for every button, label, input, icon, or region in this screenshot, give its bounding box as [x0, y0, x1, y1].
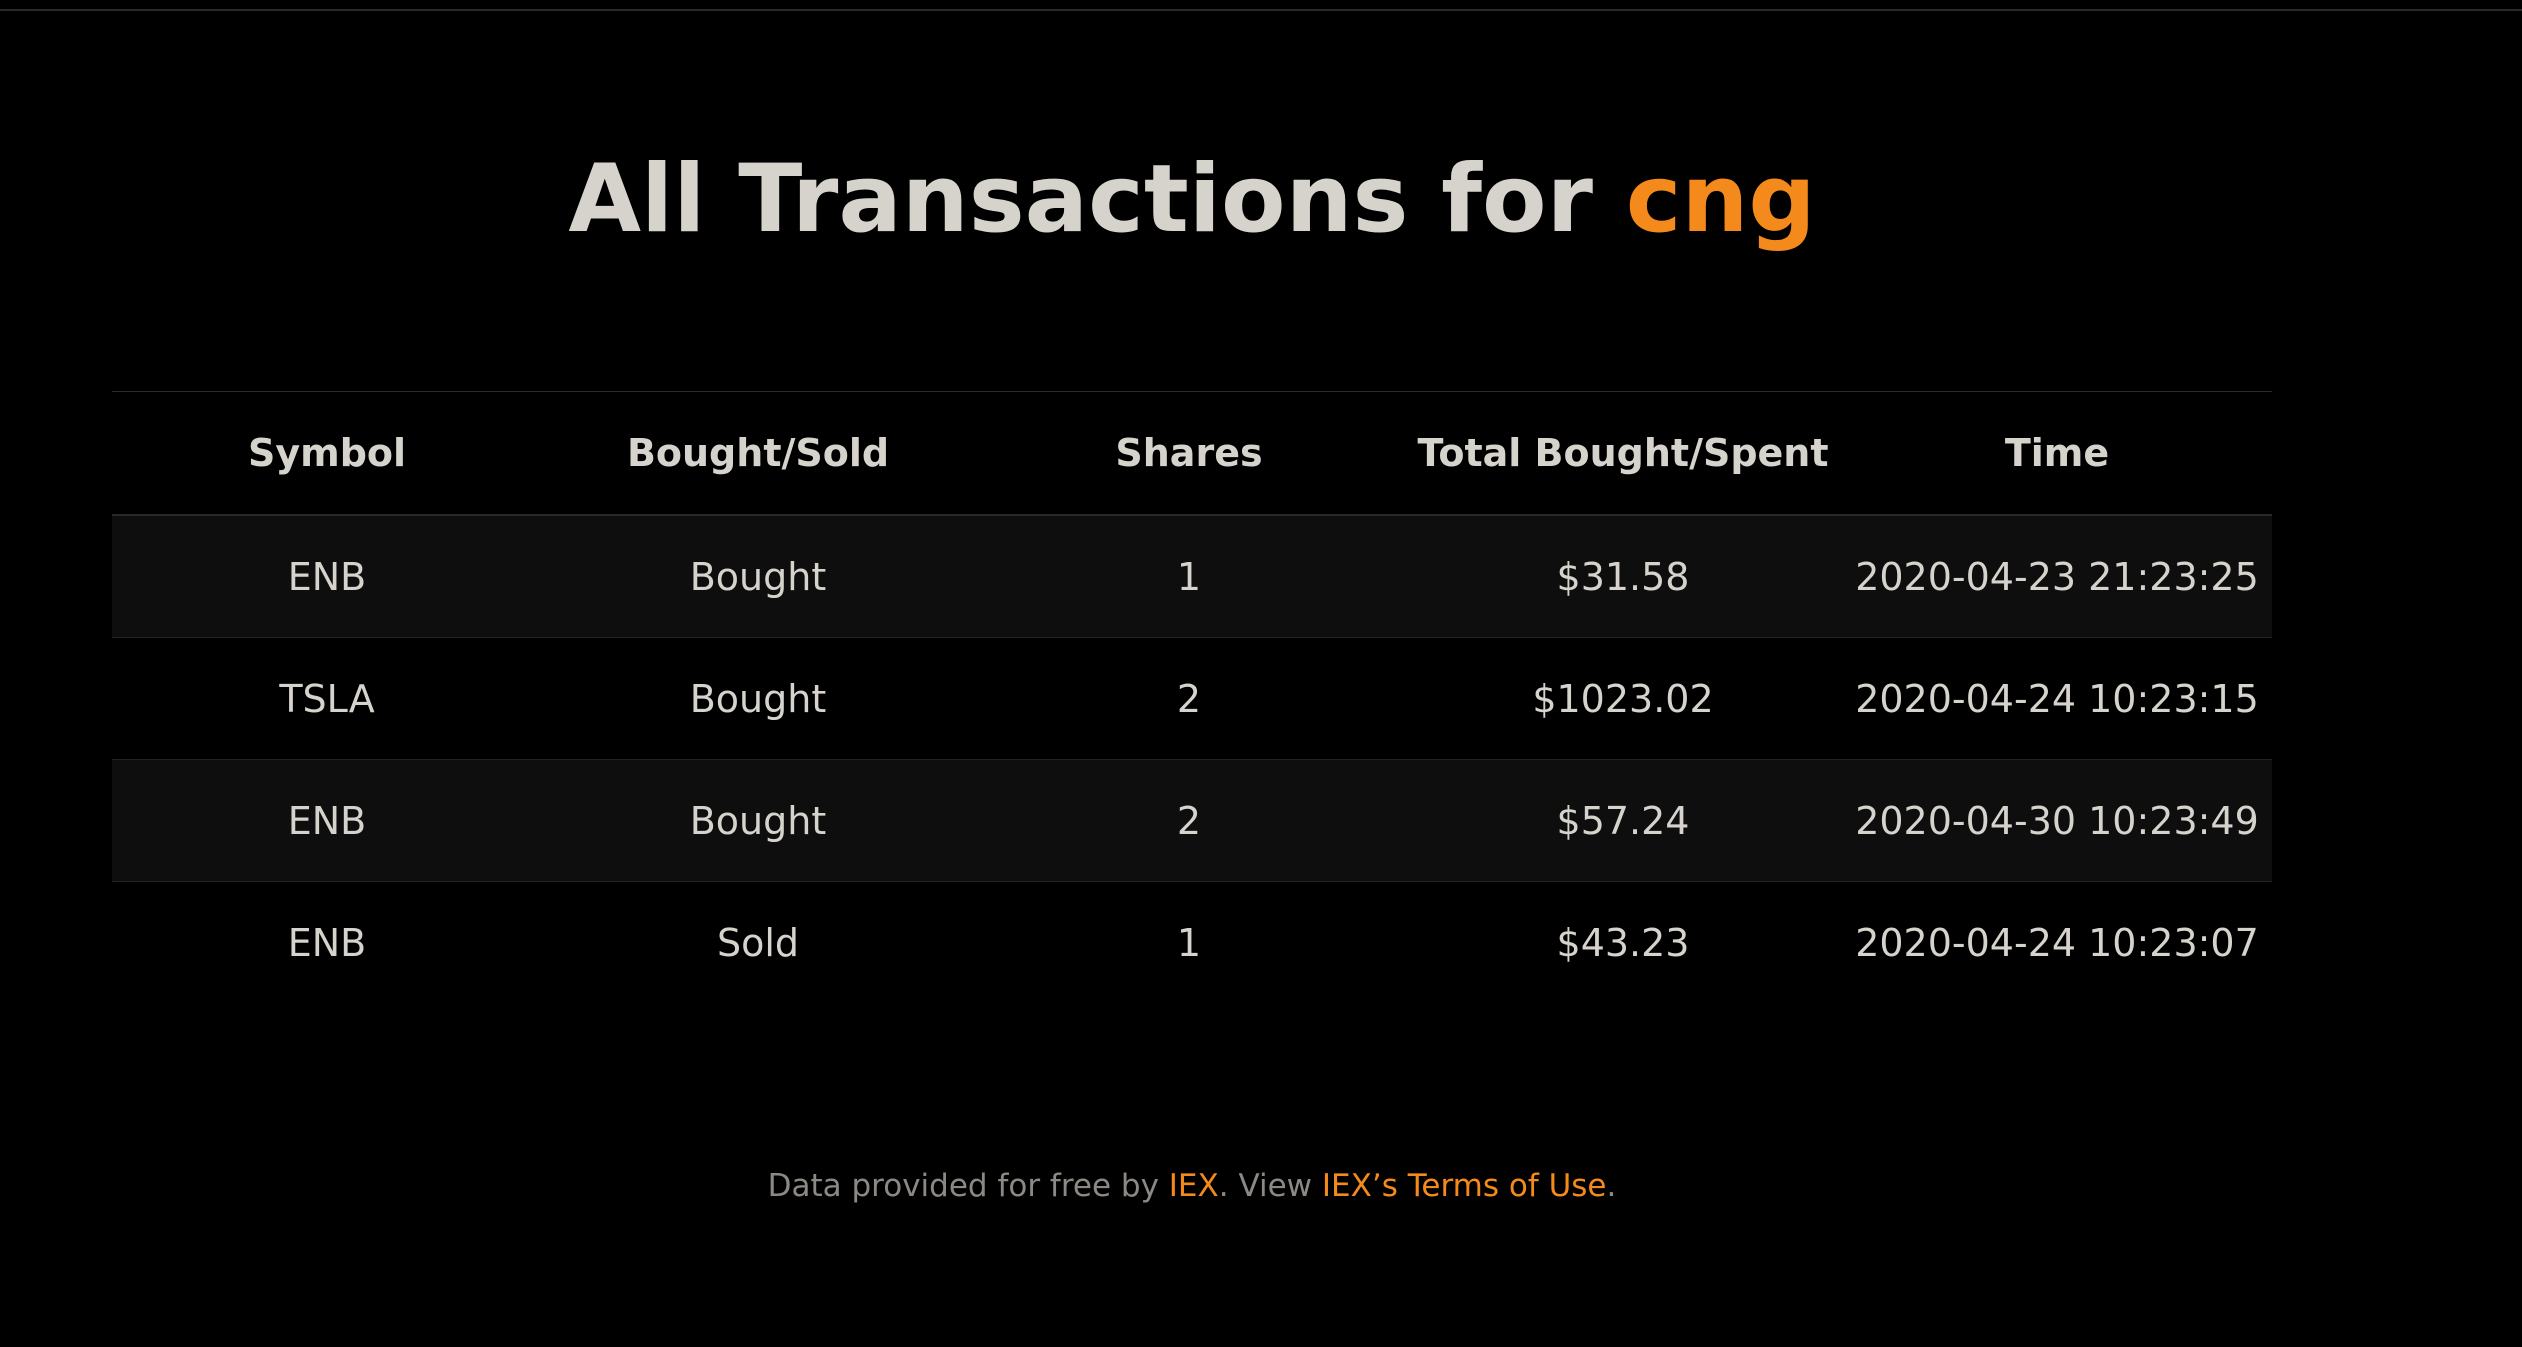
cell-total: $43.23 — [1556, 920, 1690, 965]
table-row: ENB Bought 2 $57.24 2020-04-30 10:23:49 — [112, 759, 2272, 882]
header-row: Symbol Bought/Sold Shares Total Bought/S… — [112, 391, 2272, 516]
table-row: ENB Sold 1 $43.23 2020-04-24 10:23:07 — [112, 882, 2272, 1004]
cell-symbol: TSLA — [112, 637, 542, 760]
cell-symbol: ENB — [287, 920, 367, 965]
cell-shares: 2 — [974, 637, 1404, 760]
column-header-shares: Shares — [974, 391, 1404, 516]
cell-time: 2020-04-24 10:23:07 — [1855, 920, 2259, 965]
cell-action: Bought — [542, 515, 974, 638]
cell-total: $57.24 — [1404, 759, 1842, 882]
footer-attribution: Data provided for free by IEX. View IEX’… — [0, 1168, 2384, 1204]
cell-action: Bought — [542, 759, 974, 882]
cell-time: 2020-04-23 21:23:25 — [1842, 515, 2272, 638]
cell-shares: 1 — [1176, 920, 1202, 965]
cell-symbol: ENB — [112, 515, 542, 638]
column-header-time: Time — [1842, 391, 2272, 516]
table-header: Symbol Bought/Sold Shares Total Bought/S… — [112, 391, 2272, 516]
username: cng — [1625, 145, 1816, 254]
cell-shares: 1 — [974, 515, 1404, 638]
transactions-table: Symbol Bought/Sold Shares Total Bought/S… — [112, 391, 2272, 1003]
page-title: All Transactions for cng — [0, 140, 2384, 260]
page-title-prefix: All Transactions for — [568, 145, 1593, 254]
cell-symbol: ENB — [112, 759, 542, 882]
footer-text-middle: . View — [1218, 1168, 1322, 1204]
cell-total: $31.58 — [1404, 515, 1842, 638]
table-row: ENB Bought 1 $31.58 2020-04-23 21:23:25 — [112, 515, 2272, 638]
column-header-symbol: Symbol — [112, 391, 542, 516]
cell-action: Bought — [542, 637, 974, 760]
cell-time: 2020-04-24 10:23:15 — [1842, 637, 2272, 760]
column-header-action: Bought/Sold — [542, 391, 974, 516]
column-header-total: Total Bought/Spent — [1404, 391, 1842, 516]
footer-text-before: Data provided for free by — [767, 1168, 1169, 1204]
footer-text-after: . — [1606, 1168, 1617, 1204]
top-divider — [0, 9, 2522, 11]
table-row: TSLA Bought 2 $1023.02 2020-04-24 10:23:… — [112, 637, 2272, 760]
iex-terms-link[interactable]: IEX’s Terms of Use — [1322, 1168, 1607, 1204]
table-body: ENB Bought 1 $31.58 2020-04-23 21:23:25 … — [112, 515, 2272, 1003]
cell-action: Sold — [716, 920, 800, 965]
iex-link[interactable]: IEX — [1169, 1168, 1219, 1204]
cell-time: 2020-04-30 10:23:49 — [1842, 759, 2272, 882]
cell-shares: 2 — [974, 759, 1404, 882]
cell-total: $1023.02 — [1404, 637, 1842, 760]
